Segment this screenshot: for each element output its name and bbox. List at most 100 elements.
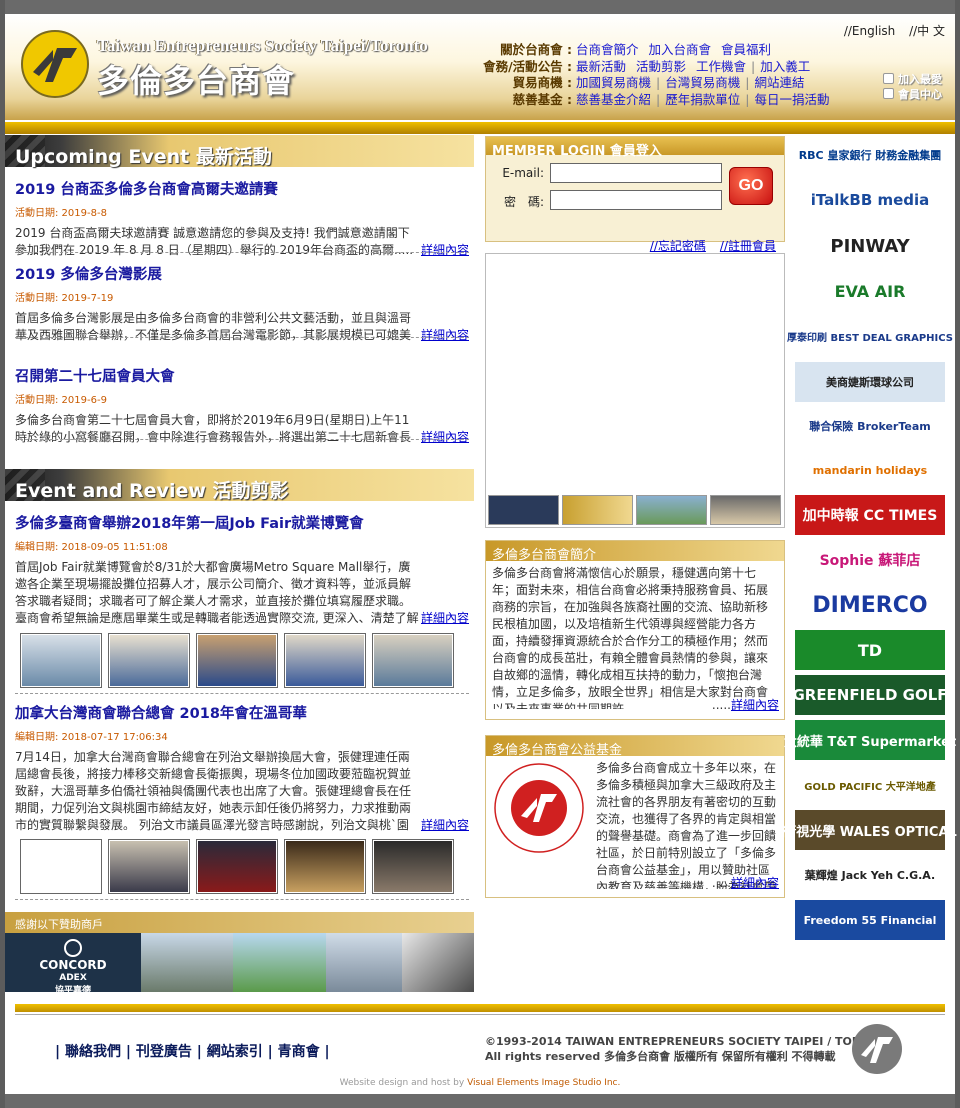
member-center-link[interactable]: 會員中心: [883, 87, 942, 102]
review-title[interactable]: 加拿大台灣商會聯合總會 2018年會在溫哥華: [15, 702, 469, 723]
sponsor-logo[interactable]: 加中時報 CC TIMES: [795, 495, 945, 535]
sponsor-logo[interactable]: DIMERCO: [795, 585, 945, 625]
review-photo[interactable]: [196, 839, 278, 894]
sponsor-logo[interactable]: 聯合保險 BrokerTeam: [795, 406, 945, 446]
item-divider: [15, 693, 469, 694]
nav-link[interactable]: 歷年捐款單位: [665, 92, 740, 109]
sponsor-logo[interactable]: 美商婕斯環球公司: [795, 362, 945, 402]
concord-logo: CONCORD ADEX 協平嘉德: [5, 933, 141, 996]
design-credit-link[interactable]: Visual Elements Image Studio Inc.: [467, 1078, 620, 1088]
email-input[interactable]: [550, 163, 722, 183]
review-photo[interactable]: [284, 839, 366, 894]
slideshow-thumb[interactable]: [636, 495, 707, 525]
sponsor-logo[interactable]: 衛視光學 WALES OPTICAL: [783, 810, 957, 850]
sponsor-logo[interactable]: mandarin holidays: [795, 450, 945, 490]
lang-chinese-link[interactable]: //中 文: [909, 24, 945, 38]
sponsor-logo[interactable]: TD: [795, 630, 945, 670]
event-title[interactable]: 2019 多倫多台灣影展: [15, 263, 469, 284]
slideshow-thumbnails: [488, 495, 781, 525]
sponsor-logo[interactable]: 大統華 T&T Supermarket: [784, 720, 956, 760]
nav-group-label: 慈善基金 :: [512, 91, 572, 107]
password-input[interactable]: [550, 190, 722, 210]
nav-link[interactable]: 會員福利: [721, 42, 771, 59]
sponsor-logo[interactable]: Freedom 55 Financial: [795, 900, 945, 940]
nav-link[interactable]: 加入義工: [760, 59, 810, 76]
nav-link[interactable]: 每日一捐活動: [754, 92, 829, 109]
event-date: 活動日期: 2019-7-19: [15, 293, 114, 304]
item-divider: [15, 899, 469, 900]
event-more-link[interactable]: 詳細內容: [421, 429, 469, 446]
sponsor-banner[interactable]: CONCORD ADEX 協平嘉德: [5, 933, 474, 996]
nav-separator: |: [745, 91, 750, 107]
sponsor-photo-2: [233, 933, 326, 992]
review-more-link[interactable]: 詳細內容: [421, 817, 469, 834]
event-title[interactable]: 2019 台商盃多倫多台商會高爾夫邀請賽: [15, 178, 469, 199]
design-credit: Website design and host by Visual Elemen…: [339, 1078, 621, 1088]
review-photo[interactable]: [20, 839, 102, 894]
review-title[interactable]: 多倫多臺商會舉辦2018年第一屆Job Fair就業博覽會: [15, 512, 469, 533]
footer-copyright: ©1993-2014 TAIWAN ENTREPRENEURS SOCIETY …: [485, 1035, 896, 1063]
photo-slideshow[interactable]: [485, 253, 785, 528]
logo-icon[interactable]: [19, 28, 91, 100]
nav-link[interactable]: 工作機會: [696, 59, 746, 76]
review-photo[interactable]: [108, 839, 190, 894]
nav-link[interactable]: 台商會簡介: [576, 42, 639, 59]
event-summary: 多倫多台商會第二十七屆會員大會，即將於2019年6月9日(星期日)上午11時於綠…: [15, 412, 469, 446]
event-date: 活動日期: 2019-6-9: [15, 395, 107, 406]
review-photo[interactable]: [284, 633, 366, 688]
charity-more-link[interactable]: 詳細內容: [731, 876, 779, 890]
register-link[interactable]: //註冊會員: [720, 239, 776, 253]
nav-link[interactable]: 台灣貿易商機: [665, 75, 740, 92]
sponsor-logo[interactable]: iTalkBB media: [795, 180, 945, 220]
item-divider: [15, 439, 469, 440]
nav-row: 關於台商會 : 台商會簡介 加入台商會 會員福利: [475, 42, 875, 59]
forgot-password-link[interactable]: //忘記密碼: [650, 239, 706, 253]
lang-english-link[interactable]: //English: [844, 24, 895, 38]
event-title[interactable]: 召開第二十七屆會員大會: [15, 365, 469, 386]
heart-icon: [883, 73, 894, 84]
review-photo[interactable]: [20, 633, 102, 688]
quick-links: 加入最愛 會員中心: [883, 72, 942, 102]
nav-link[interactable]: 慈善基金介紹: [576, 92, 651, 109]
intro-title: 多倫多台商會簡介: [486, 541, 784, 563]
footer-links[interactable]: | 聯絡我們 | 刊登廣告 | 網站索引 | 青商會 |: [55, 1041, 330, 1061]
nav-link[interactable]: 最新活動: [576, 59, 626, 76]
sponsor-logo[interactable]: EVA AIR: [795, 271, 945, 311]
sponsor-logo[interactable]: 厚泰印刷 BEST DEAL GRAPHICS: [787, 316, 953, 356]
event-summary: 首屆多倫多台灣影展是由多倫多台商會的非營利公共文藝活動，並且與溫哥華及西雅圖聯合…: [15, 310, 469, 344]
review-more-link[interactable]: 詳細內容: [421, 610, 469, 627]
slideshow-thumb[interactable]: [562, 495, 633, 525]
sponsor-logo[interactable]: GREENFIELD GOLF: [792, 675, 948, 715]
sponsor-photo-3: [326, 933, 402, 992]
nav-link[interactable]: 網站連結: [754, 75, 804, 92]
event-more-link[interactable]: 詳細內容: [421, 327, 469, 344]
review-photo[interactable]: [372, 633, 454, 688]
review-photo[interactable]: [108, 633, 190, 688]
slideshow-thumb[interactable]: [488, 495, 559, 525]
concord-mark-icon: [64, 939, 82, 957]
intro-more-link[interactable]: 詳細內容: [731, 698, 779, 712]
review-item: 加拿大台灣商會聯合總會 2018年會在溫哥華 編輯日期: 2018-07-17 1…: [15, 702, 469, 834]
review-photo[interactable]: [372, 839, 454, 894]
event-summary: 2019 台商盃高爾夫球邀請賽 誠意邀請您的參與及支持! 我們誠意邀請閣下參加我…: [15, 225, 469, 259]
add-favorite-link[interactable]: 加入最愛: [883, 72, 942, 87]
event-item: 2019 多倫多台灣影展活動日期: 2019-7-19 首屆多倫多台灣影展是由多倫…: [15, 263, 469, 344]
charity-title: 多倫多台商會公益基金: [486, 736, 784, 758]
nav-group-label: 貿易商機 :: [512, 75, 572, 90]
go-button[interactable]: GO: [729, 167, 773, 205]
nav-link[interactable]: 活動剪影: [636, 59, 686, 76]
sponsor-logo[interactable]: RBC 皇家銀行 財務金融集團: [795, 135, 945, 175]
sponsor-logo[interactable]: Sophie 蘇菲店: [795, 540, 945, 580]
sponsor-photo-1: [141, 933, 233, 992]
login-title: MEMBER LOGIN 會員登入: [486, 137, 784, 159]
event-more-link[interactable]: 詳細內容: [421, 242, 469, 259]
nav-link[interactable]: 加入台商會: [649, 42, 712, 59]
sponsor-logo[interactable]: 葉輝煌 Jack Yeh C.G.A.: [795, 855, 945, 895]
password-label: 密 碼:: [503, 195, 544, 209]
slideshow-thumb[interactable]: [710, 495, 781, 525]
sponsor-logo[interactable]: PINWAY: [795, 226, 945, 266]
review-photo[interactable]: [196, 633, 278, 688]
sponsor-logo[interactable]: GOLD PACIFIC 大平洋地產: [795, 765, 945, 805]
page: Taiwan Entrepreneurs Society Taipei/Toro…: [5, 0, 957, 1108]
nav-link[interactable]: 加國貿易商機: [576, 75, 651, 92]
